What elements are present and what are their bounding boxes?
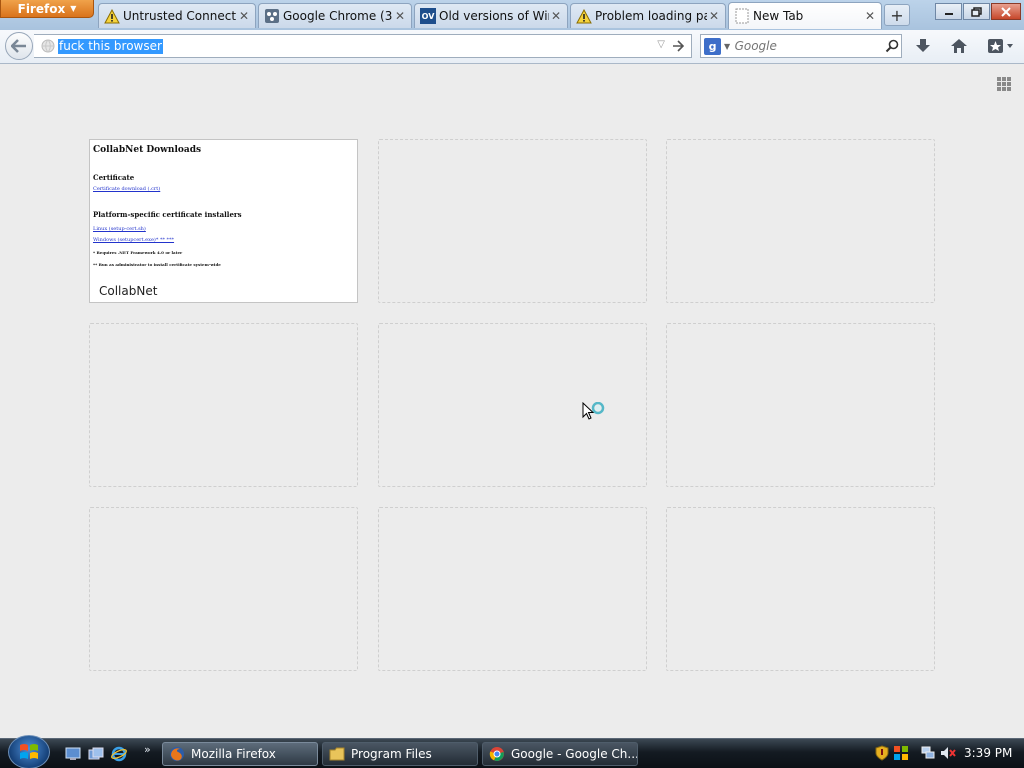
- taskbar-item-label: Google - Google Ch...: [511, 747, 638, 761]
- taskbar-item-label: Program Files: [351, 747, 432, 761]
- search-input[interactable]: [732, 39, 883, 53]
- restore-button[interactable]: [963, 3, 990, 20]
- close-window-button[interactable]: [991, 3, 1021, 20]
- bookmark-star-icon: [988, 39, 1013, 53]
- chevron-down-icon: ▼: [724, 41, 731, 51]
- quick-launch-more-icon[interactable]: »: [144, 743, 151, 756]
- filehippo-icon: [264, 8, 280, 24]
- show-desktop-icon[interactable]: [64, 745, 82, 763]
- firefox-menu-label: Firefox: [17, 1, 66, 16]
- tab-title: New Tab: [753, 9, 804, 23]
- tab-title: Old versions of Win...: [439, 9, 549, 23]
- firefox-menu-button[interactable]: Firefox ▼: [0, 0, 94, 18]
- busy-cursor-icon: [582, 401, 608, 424]
- network-icon[interactable]: [920, 745, 936, 761]
- oldversion-icon: OV: [420, 8, 436, 24]
- search-bar: g ▼: [700, 34, 902, 58]
- tile-thumbnail: CollabNet Downloads Certificate Certific…: [93, 145, 355, 274]
- home-button[interactable]: [946, 34, 972, 58]
- switch-windows-icon[interactable]: [87, 745, 105, 763]
- start-button[interactable]: [8, 735, 50, 768]
- minimize-icon: [944, 12, 953, 15]
- tab-untrusted-connection[interactable]: Untrusted Connecti... ✕: [98, 3, 256, 28]
- go-arrow-icon[interactable]: [669, 37, 687, 55]
- volume-muted-icon[interactable]: [940, 745, 956, 761]
- grid-toggle-icon[interactable]: [996, 76, 1012, 92]
- plus-icon: +: [890, 5, 904, 25]
- tab-title: Google Chrome (32...: [283, 9, 393, 23]
- tab-old-versions[interactable]: OV Old versions of Win... ✕: [414, 3, 568, 28]
- close-icon[interactable]: ✕: [863, 9, 877, 23]
- close-icon[interactable]: ✕: [237, 9, 251, 23]
- system-clock[interactable]: 3:39 PM: [964, 746, 1012, 760]
- security-shield-icon[interactable]: [874, 745, 890, 761]
- chevron-down-icon: ▼: [70, 4, 77, 13]
- google-icon: g: [704, 37, 721, 55]
- globe-icon[interactable]: [38, 36, 58, 56]
- thumbnail-section: Certificate: [93, 173, 135, 182]
- home-icon: [951, 39, 967, 53]
- tab-new-tab[interactable]: New Tab ✕: [728, 2, 882, 29]
- close-icon[interactable]: ✕: [549, 9, 563, 23]
- empty-tile[interactable]: [89, 323, 358, 487]
- folder-icon: [329, 746, 345, 762]
- thumbnail-link: Windows (setupcert.exe)* ** ***: [93, 237, 175, 243]
- tile-caption: CollabNet: [99, 284, 158, 298]
- tab-google-chrome[interactable]: Google Chrome (32... ✕: [258, 3, 412, 28]
- empty-tile[interactable]: [378, 139, 647, 303]
- bookmarks-button[interactable]: [984, 34, 1018, 58]
- empty-tile[interactable]: [378, 507, 647, 671]
- restore-icon: [971, 6, 982, 17]
- tab-strip: Firefox ▼ Untrusted Connecti... ✕ Google…: [0, 0, 1024, 30]
- tab-title: Untrusted Connecti...: [123, 9, 237, 23]
- taskbar: » Mozilla Firefox Program Files Google -…: [0, 735, 1024, 768]
- tab-title: Problem loading pa...: [595, 9, 707, 23]
- magnifier-icon[interactable]: [883, 36, 901, 56]
- windows-update-icon[interactable]: [893, 745, 909, 761]
- minimize-button[interactable]: [935, 3, 962, 20]
- navigation-toolbar: fuck this browser ▽ g ▼: [0, 30, 1024, 64]
- thumbnail-heading: CollabNet Downloads: [93, 145, 202, 155]
- blank-page-icon: [734, 8, 750, 24]
- thumbnail-note: * Requires .NET Framework 4.0 or later: [93, 250, 183, 255]
- windows-logo-icon: [20, 744, 38, 759]
- internet-explorer-icon[interactable]: [110, 745, 128, 763]
- tab-problem-loading[interactable]: Problem loading pa... ✕: [570, 3, 726, 28]
- firefox-icon: [169, 746, 185, 762]
- empty-tile[interactable]: [666, 139, 935, 303]
- thumbnail-section: Platform-specific certificate installers: [93, 210, 242, 219]
- downloads-button[interactable]: [910, 34, 936, 58]
- back-button[interactable]: [5, 32, 33, 60]
- history-dropdown-icon[interactable]: ▽: [657, 39, 665, 50]
- empty-tile[interactable]: [89, 507, 358, 671]
- warning-icon: [104, 8, 120, 24]
- back-arrow-icon: [11, 39, 26, 53]
- warning-icon: [576, 8, 592, 24]
- new-tab-button[interactable]: +: [884, 4, 910, 26]
- close-icon[interactable]: ✕: [393, 9, 407, 23]
- taskbar-item-google-chrome[interactable]: Google - Google Ch...: [482, 742, 638, 766]
- url-text[interactable]: fuck this browser: [58, 38, 163, 54]
- thumbnail-link: Certificate download (.crt): [93, 186, 161, 192]
- close-icon: [1001, 6, 1011, 17]
- site-tile-collabnet[interactable]: CollabNet Downloads Certificate Certific…: [89, 139, 358, 303]
- taskbar-item-firefox[interactable]: Mozilla Firefox: [162, 742, 318, 766]
- empty-tile[interactable]: [666, 507, 935, 671]
- thumbnail-note: ** Run as administrator to install certi…: [93, 262, 221, 267]
- taskbar-item-label: Mozilla Firefox: [191, 747, 276, 761]
- download-arrow-icon: [916, 39, 930, 52]
- search-engine-selector[interactable]: g ▼: [701, 35, 733, 57]
- url-bar[interactable]: fuck this browser ▽: [34, 34, 692, 58]
- thumbnail-link: Linux (setup-cert.sh): [93, 226, 146, 232]
- chrome-icon: [489, 746, 505, 762]
- close-icon[interactable]: ✕: [707, 9, 721, 23]
- taskbar-item-program-files[interactable]: Program Files: [322, 742, 478, 766]
- empty-tile[interactable]: [666, 323, 935, 487]
